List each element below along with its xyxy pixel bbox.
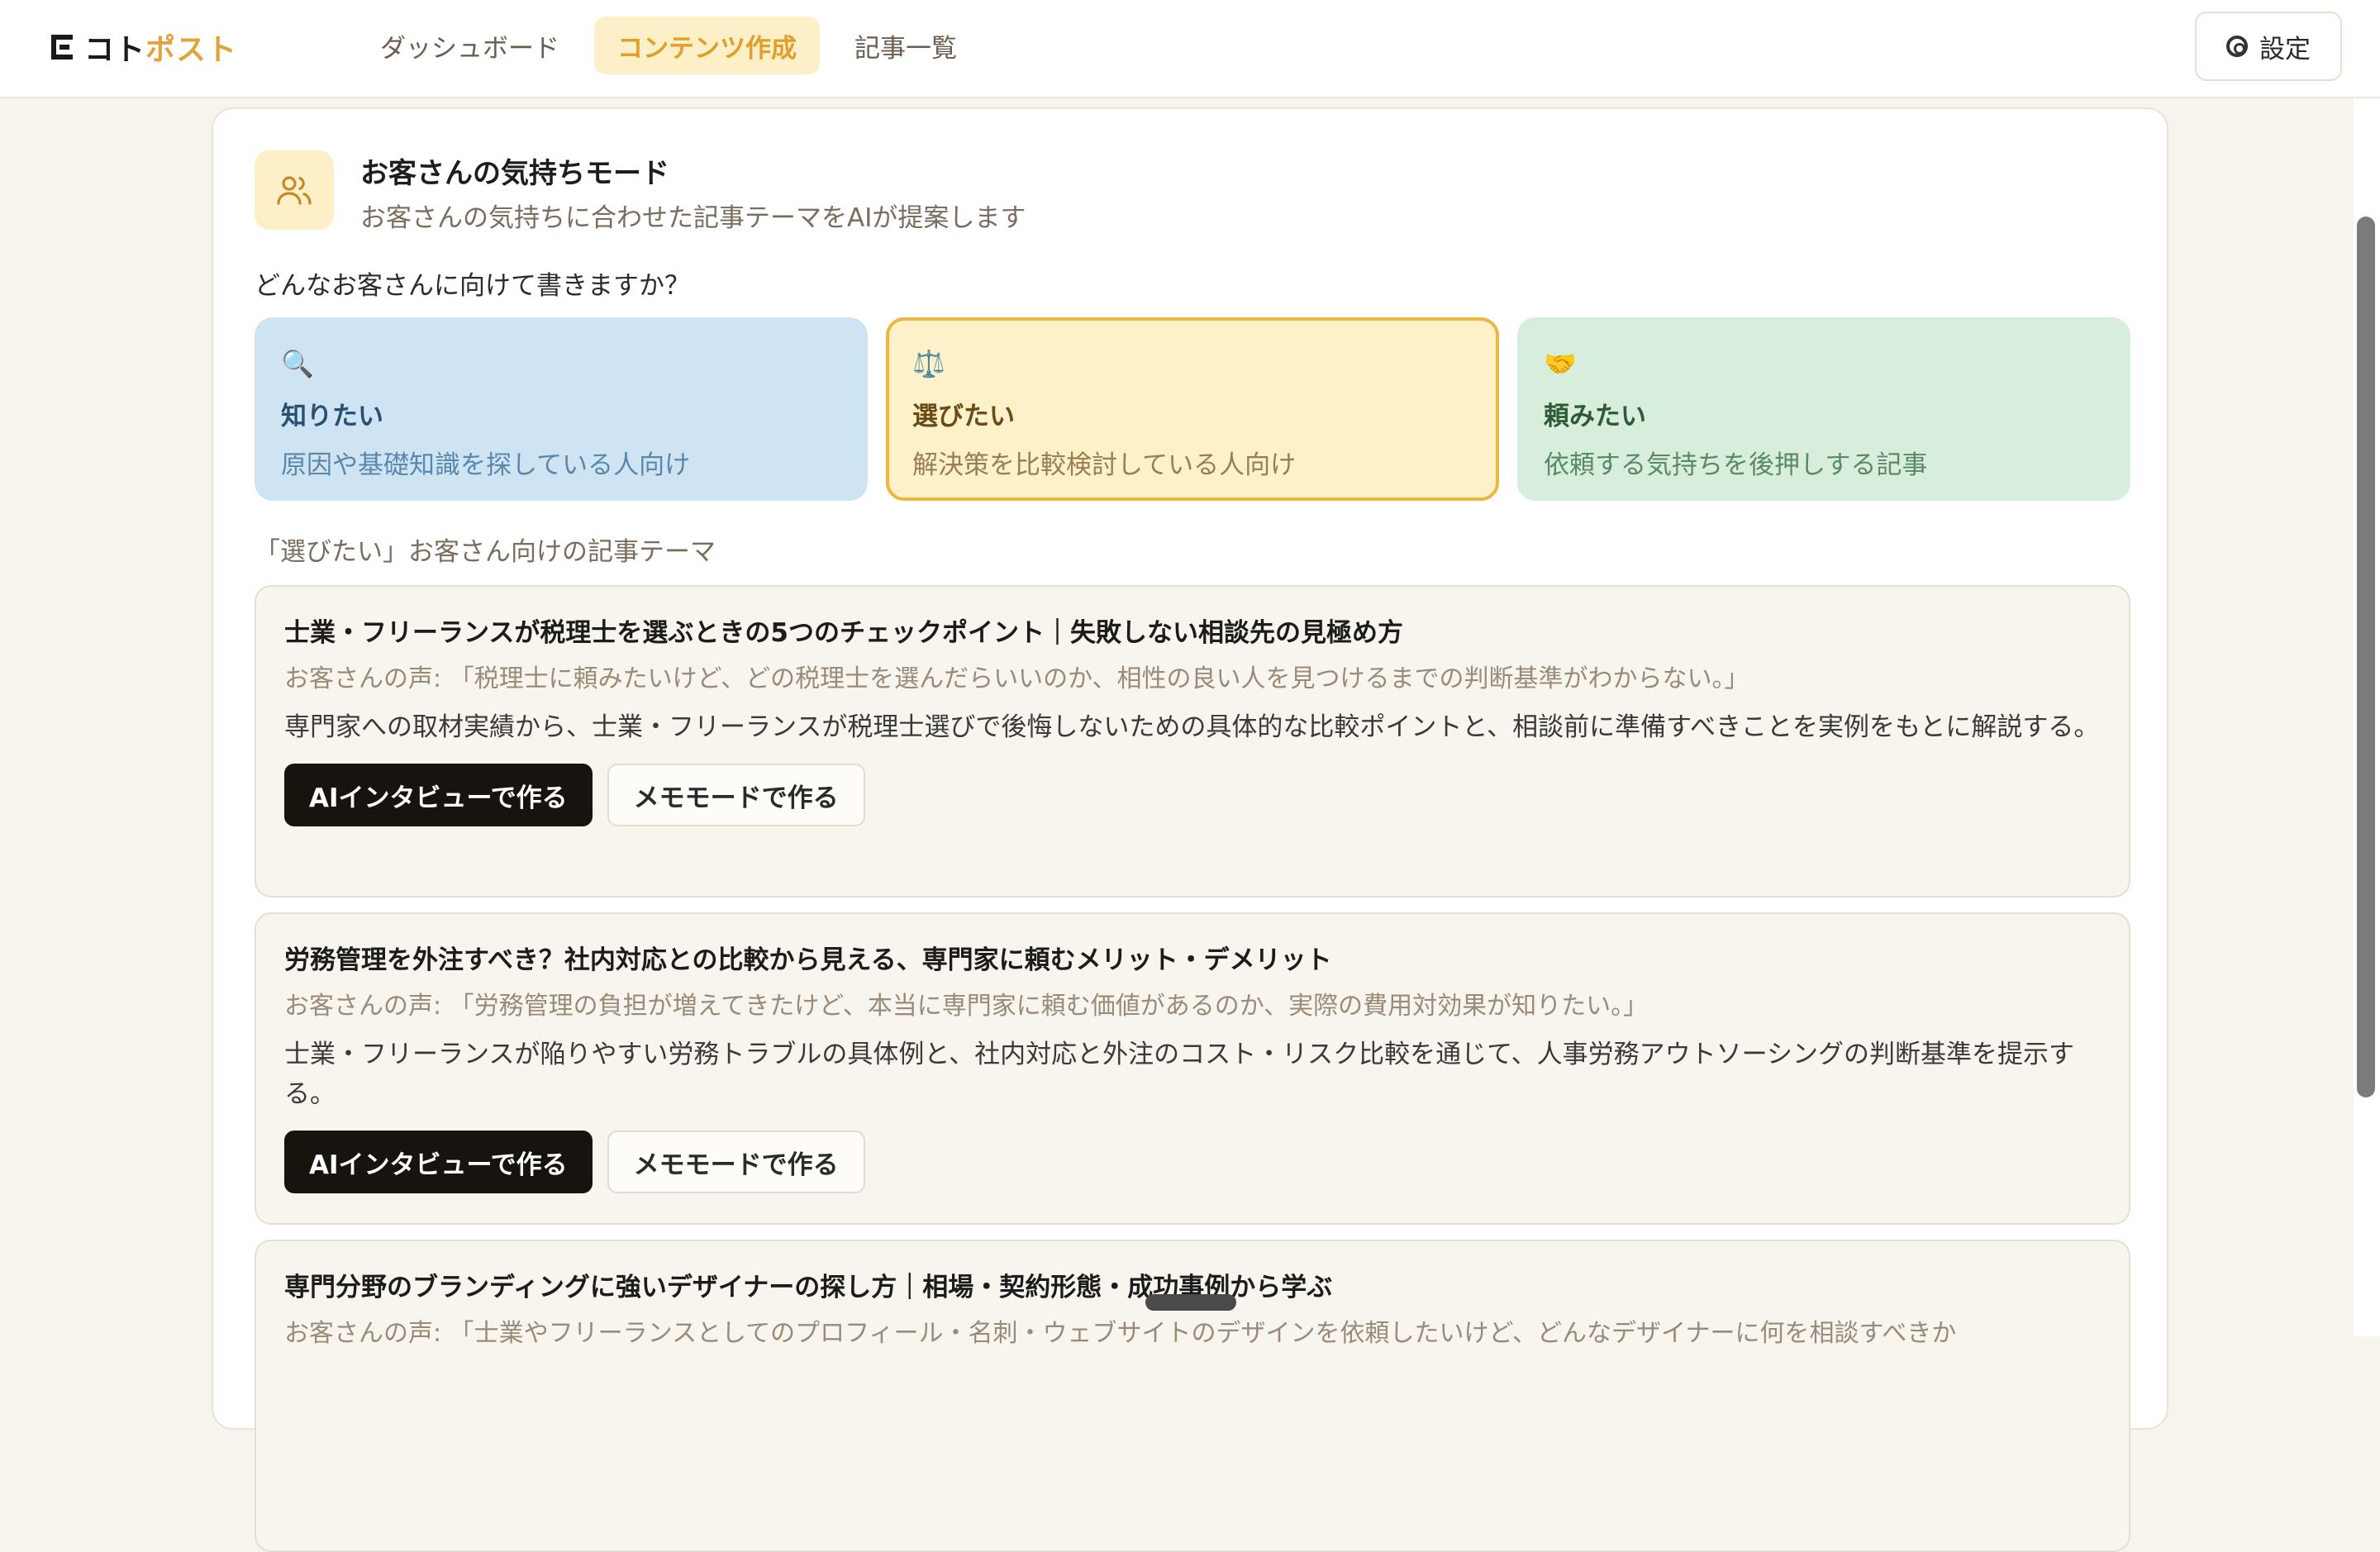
scale-icon: ⚖️ [912, 348, 945, 379]
theme-summary: 専門家への取材実績から、士業・フリーランスが税理士選びで後悔しないための具体的な… [284, 712, 2100, 742]
logo-text-main: コト [84, 33, 146, 67]
theme-title: 労務管理を外注すべき？社内対応との比較から見える、専門家に頼むメリット・デメリッ… [284, 945, 1332, 975]
nav-content-create[interactable]: コンテンツ作成 [594, 17, 820, 74]
persona-description: 解決策を比較検討している人向け [912, 450, 1297, 480]
settings-label: 設定 [2259, 34, 2311, 64]
mode-description: お客さんの気持ちに合わせた記事テーマをAIが提案します [360, 203, 1026, 233]
logo-mark-icon [51, 35, 73, 60]
nav-article-list[interactable]: 記事一覧 [831, 17, 980, 74]
drag-handle[interactable] [1145, 1294, 1236, 1311]
theme-card: 労務管理を外注すべき？社内対応との比較から見える、専門家に頼むメリット・デメリッ… [255, 912, 2130, 1225]
theme-actions: AIインタビューで作る メモモードで作る [284, 1131, 2101, 1193]
persona-description: 依頼する気持ちを後押しする記事 [1544, 450, 1928, 480]
logo-text-accent: ポスト [145, 33, 238, 67]
persona-selector: 🔍 知りたい 原因や基礎知識を探している人向け ⚖️ 選びたい 解決策を比較検討… [255, 317, 2130, 501]
ai-interview-button[interactable]: AIインタビューで作る [284, 764, 593, 826]
memo-mode-button[interactable]: メモモードで作る [607, 764, 865, 826]
main-nav: ダッシュボード コンテンツ作成 記事一覧 [357, 17, 980, 74]
ai-interview-button[interactable]: AIインタビューで作る [284, 1131, 593, 1193]
themes-section-label: 「選びたい」お客さん向けの記事テーマ [255, 537, 716, 567]
persona-card-request[interactable]: 🤝 頼みたい 依頼する気持ちを後押しする記事 [1517, 317, 2130, 501]
memo-mode-button[interactable]: メモモードで作る [607, 1131, 865, 1193]
persona-card-choose[interactable]: ⚖️ 選びたい 解決策を比較検討している人向け [886, 317, 1499, 501]
persona-name: 頼みたい [1544, 402, 1646, 431]
users-icon [255, 150, 334, 230]
settings-button[interactable]: 設定 [2195, 12, 2342, 81]
theme-card: 専門分野のブランディングに強いデザイナーの探し方｜相場・契約形態・成功事例から学… [255, 1240, 2130, 1552]
theme-title: 士業・フリーランスが税理士を選ぶときの5つのチェックポイント｜失敗しない相談先の… [284, 618, 1403, 648]
theme-actions: AIインタビューで作る メモモードで作る [284, 764, 2101, 826]
persona-name: 選びたい [912, 402, 1015, 431]
handshake-icon: 🤝 [1544, 348, 1577, 379]
persona-question: どんなお客さんに向けて書きますか？ [255, 271, 690, 301]
top-header: コトポスト ダッシュボード コンテンツ作成 記事一覧 設定 [0, 0, 2380, 98]
scrollbar-thumb[interactable] [2357, 217, 2375, 1097]
customer-voice: お客さんの声: 「税理士に頼みたいけど、どの税理士を選んだらいいのか、相性の良い… [284, 664, 1749, 693]
persona-card-know[interactable]: 🔍 知りたい 原因や基礎知識を探している人向け [255, 317, 868, 501]
app-logo[interactable]: コトポスト [51, 30, 238, 67]
theme-summary: 士業・フリーランスが陥りやすい労務トラブルの具体例と、社内対応と外注のコスト・リ… [284, 1040, 2074, 1109]
customer-mode-card: お客さんの気持ちモード お客さんの気持ちに合わせた記事テーマをAIが提案します … [212, 107, 2168, 1552]
nav-dashboard[interactable]: ダッシュボード [357, 17, 583, 74]
persona-name: 知りたい [281, 402, 383, 431]
magnifier-icon: 🔍 [281, 348, 314, 379]
theme-card: 士業・フリーランスが税理士を選ぶときの5つのチェックポイント｜失敗しない相談先の… [255, 585, 2130, 897]
persona-description: 原因や基礎知識を探している人向け [281, 450, 691, 480]
customer-voice: お客さんの声: 「労務管理の負担が増えてきたけど、本当に専門家に頼む価値があるの… [284, 992, 1649, 1021]
mode-title: お客さんの気持ちモード [360, 157, 669, 190]
customer-voice: お客さんの声: 「士業やフリーランスとしてのプロフィール・名刺・ウェブサイトのデ… [284, 1319, 1957, 1348]
gear-icon [2226, 36, 2248, 57]
